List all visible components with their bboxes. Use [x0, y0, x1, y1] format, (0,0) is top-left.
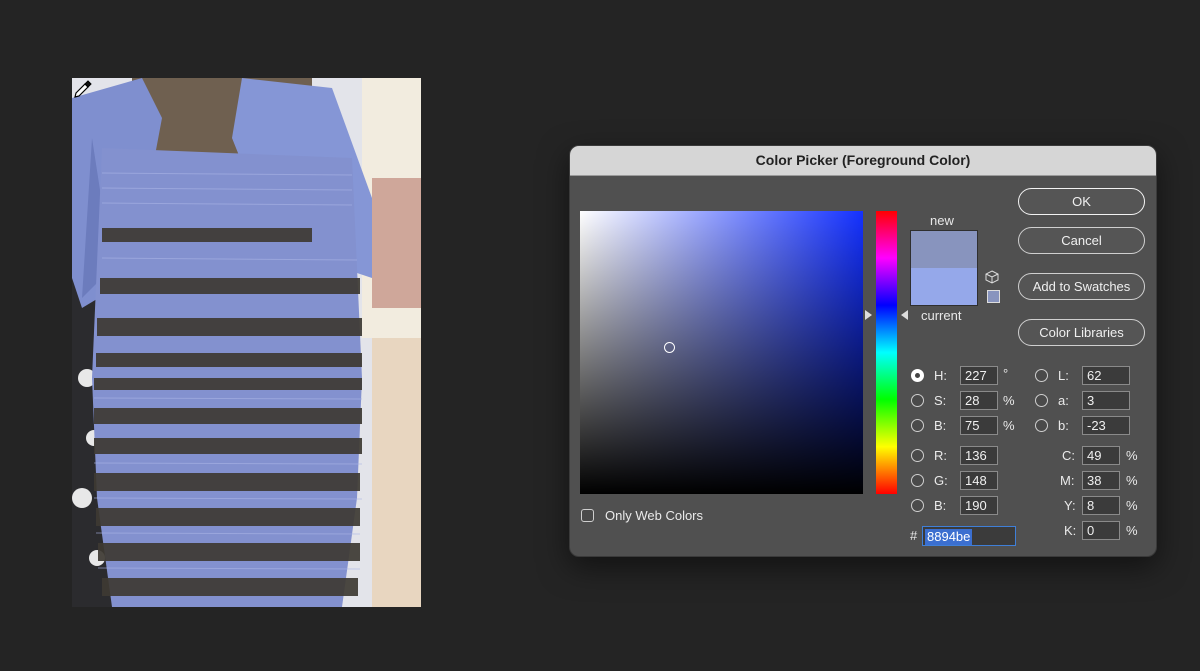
only-web-colors-label: Only Web Colors — [605, 508, 704, 523]
hue-slider[interactable] — [876, 211, 897, 494]
lab-a-label: a: — [1058, 393, 1069, 408]
cyan-input[interactable]: 49 — [1082, 446, 1120, 465]
lab-l-label: L: — [1058, 368, 1069, 383]
saturation-radio[interactable] — [911, 394, 924, 407]
yellow-unit: % — [1126, 498, 1138, 513]
eyedropper-icon — [74, 80, 92, 98]
blue-radio[interactable] — [911, 499, 924, 512]
red-input[interactable]: 136 — [960, 446, 998, 465]
hue-label: H: — [934, 368, 947, 383]
lab-a-input[interactable]: 3 — [1082, 391, 1130, 410]
lab-l-radio[interactable] — [1035, 369, 1048, 382]
only-web-colors-checkbox[interactable] — [581, 509, 594, 522]
yellow-label: Y: — [1064, 498, 1076, 513]
green-label: G: — [934, 473, 948, 488]
blue-label: B: — [934, 498, 947, 513]
cyan-unit: % — [1126, 448, 1138, 463]
ok-button[interactable]: OK — [1018, 188, 1145, 215]
hex-input[interactable]: 8894be — [922, 526, 1016, 546]
hue-slider-handle-left[interactable] — [865, 310, 872, 320]
color-picker-dialog: Color Picker (Foreground Color) new curr… — [569, 145, 1157, 557]
hex-label: # — [910, 528, 918, 543]
dress-photo[interactable] — [72, 78, 421, 607]
hue-slider-handle-right[interactable] — [901, 310, 908, 320]
lab-b-radio[interactable] — [1035, 419, 1048, 432]
hue-unit: ° — [1003, 366, 1009, 381]
new-color-swatch — [911, 231, 977, 268]
brightness-input[interactable]: 75 — [960, 416, 998, 435]
green-input[interactable]: 148 — [960, 471, 998, 490]
hue-input[interactable]: 227 — [960, 366, 998, 385]
green-radio[interactable] — [911, 474, 924, 487]
red-radio[interactable] — [911, 449, 924, 462]
brightness-label: B: — [934, 418, 947, 433]
lab-a-radio[interactable] — [1035, 394, 1048, 407]
black-unit: % — [1126, 523, 1138, 538]
black-label: K: — [1064, 523, 1077, 538]
lab-b-input[interactable]: -23 — [1082, 416, 1130, 435]
hex-value-selected: 8894be — [925, 529, 973, 545]
color-field[interactable] — [580, 211, 863, 494]
color-swatch-preview — [910, 230, 978, 306]
brightness-unit: % — [1003, 418, 1015, 433]
magenta-unit: % — [1126, 473, 1138, 488]
yellow-input[interactable]: 8 — [1082, 496, 1120, 515]
cancel-button[interactable]: Cancel — [1018, 227, 1145, 254]
black-input[interactable]: 0 — [1082, 521, 1120, 540]
brightness-radio[interactable] — [911, 419, 924, 432]
blue-input[interactable]: 190 — [960, 496, 998, 515]
magenta-label: M: — [1060, 473, 1075, 488]
dress-image — [72, 78, 421, 607]
color-field-cursor[interactable] — [664, 342, 675, 353]
saturation-unit: % — [1003, 393, 1015, 408]
out-of-gamut-cube-icon[interactable] — [985, 270, 999, 284]
color-libraries-button[interactable]: Color Libraries — [1018, 319, 1145, 346]
current-color-swatch[interactable] — [911, 268, 977, 305]
dialog-title: Color Picker (Foreground Color) — [570, 146, 1156, 176]
red-label: R: — [934, 448, 947, 463]
new-swatch-label: new — [930, 213, 954, 228]
cyan-label: C: — [1062, 448, 1075, 463]
magenta-input[interactable]: 38 — [1082, 471, 1120, 490]
add-to-swatches-button[interactable]: Add to Swatches — [1018, 273, 1145, 300]
web-safe-swatch[interactable] — [987, 290, 1000, 303]
saturation-label: S: — [934, 393, 947, 408]
saturation-input[interactable]: 28 — [960, 391, 998, 410]
lab-b-label: b: — [1058, 418, 1069, 433]
current-swatch-label: current — [921, 308, 962, 323]
hue-radio[interactable] — [911, 369, 924, 382]
lab-l-input[interactable]: 62 — [1082, 366, 1130, 385]
